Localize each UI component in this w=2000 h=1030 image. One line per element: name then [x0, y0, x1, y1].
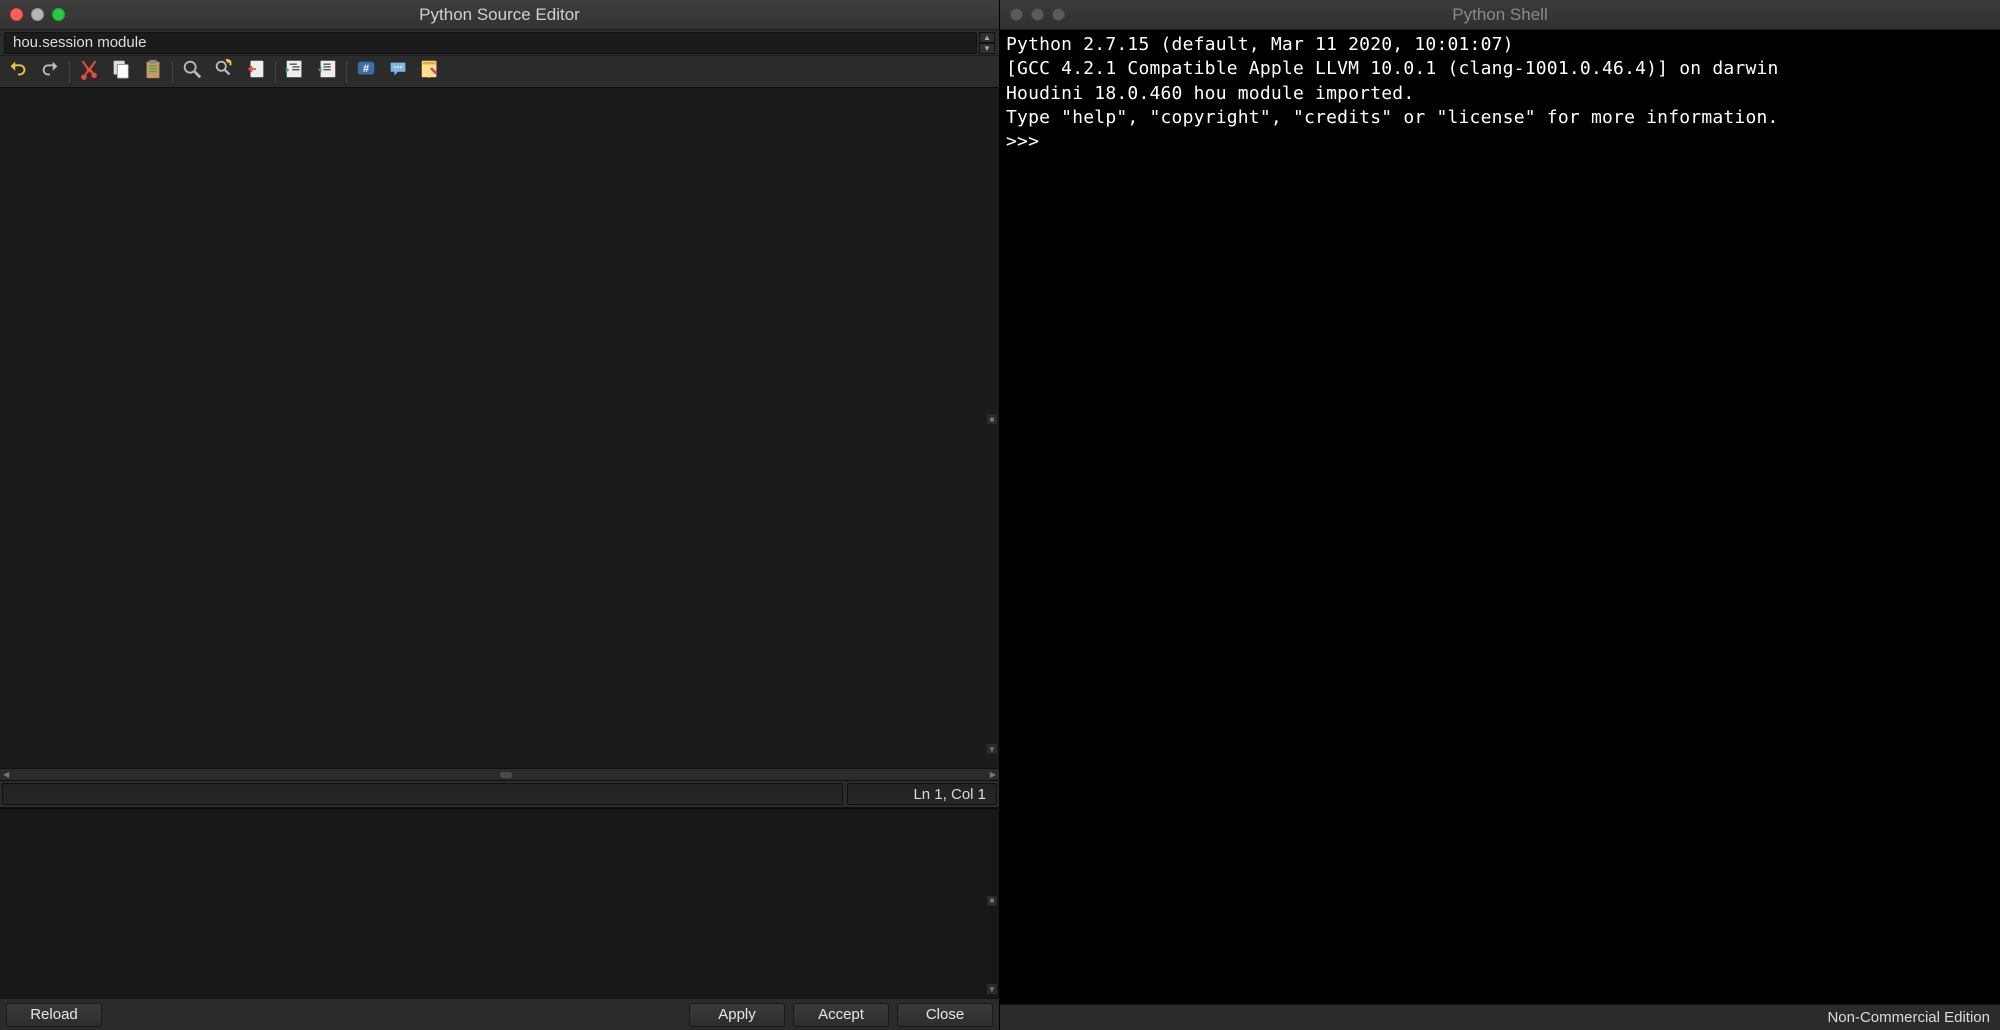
editor-area: ■ ▼ ◀ ▶ — [0, 88, 999, 780]
goto-line-button[interactable] — [241, 58, 271, 86]
comment-toggle-icon: # — [355, 58, 377, 85]
toolbar-separator — [172, 61, 173, 83]
apply-button[interactable]: Apply — [689, 1003, 785, 1027]
shell-titlebar: Python Shell — [1000, 0, 2000, 30]
toolbar-separator — [69, 61, 70, 83]
comment-toggle-button[interactable]: # — [351, 58, 381, 86]
chevron-down-icon[interactable]: ▼ — [987, 984, 997, 994]
editor-output-pane[interactable]: ■ ▼ — [0, 808, 999, 998]
copy-button[interactable] — [106, 58, 136, 86]
replace-button[interactable] — [209, 58, 239, 86]
undo-button[interactable] — [3, 58, 33, 86]
context-row: hou.session module ▲ ▼ — [0, 30, 999, 56]
chevron-right-icon[interactable]: ▶ — [990, 770, 996, 779]
search-button[interactable] — [177, 58, 207, 86]
shell-console[interactable]: Python 2.7.15 (default, Mar 11 2020, 10:… — [1000, 30, 2000, 1004]
hscroll-thumb[interactable] — [500, 772, 512, 778]
reload-button-label: Reload — [30, 1006, 78, 1023]
vscroll-thumb[interactable]: ■ — [987, 414, 997, 424]
copy-icon — [110, 58, 132, 85]
toolbar-separator — [346, 61, 347, 83]
svg-text:#: # — [363, 63, 369, 75]
cut-button[interactable] — [74, 58, 104, 86]
code-editor[interactable]: ■ ▼ — [0, 88, 999, 768]
indent-icon — [284, 58, 306, 85]
paste-icon — [142, 58, 164, 85]
indent-button[interactable] — [280, 58, 310, 86]
cut-icon — [78, 58, 100, 85]
chevron-down-icon[interactable]: ▼ — [987, 744, 997, 754]
paste-button[interactable] — [138, 58, 168, 86]
window-close-button[interactable] — [10, 8, 23, 21]
editor-hscrollbar[interactable]: ◀ ▶ — [0, 768, 999, 780]
show-whitespace-icon — [387, 58, 409, 85]
outdent-button[interactable] — [312, 58, 342, 86]
window-controls — [10, 8, 65, 21]
show-whitespace-button[interactable] — [383, 58, 413, 86]
accept-button-label: Accept — [818, 1006, 864, 1023]
vscroll-thumb[interactable]: ■ — [987, 896, 997, 906]
outdent-icon — [316, 58, 338, 85]
window-minimize-button[interactable] — [1031, 8, 1044, 21]
redo-icon — [39, 58, 61, 85]
editor-titlebar: Python Source Editor — [0, 0, 999, 30]
python-shell-pane: Python Shell Python 2.7.15 (default, Mar… — [1000, 0, 2000, 1030]
shell-title: Python Shell — [1452, 5, 1547, 25]
editor-toolbar: # — [0, 56, 999, 88]
text-cursor — [2, 90, 4, 108]
editor-status-bar: Ln 1, Col 1 — [0, 780, 999, 808]
close-button-label: Close — [926, 1006, 964, 1023]
window-zoom-button[interactable] — [52, 8, 65, 21]
toolbar-separator — [275, 61, 276, 83]
redo-button[interactable] — [35, 58, 65, 86]
search-icon — [181, 58, 203, 85]
window-controls — [1010, 8, 1065, 21]
chevron-left-icon[interactable]: ◀ — [3, 770, 9, 779]
line-column-indicator: Ln 1, Col 1 — [847, 783, 997, 805]
shell-footer: Non-Commercial Edition — [1000, 1004, 2000, 1030]
editor-title: Python Source Editor — [419, 5, 580, 25]
chevron-up-icon[interactable]: ▲ — [979, 32, 995, 43]
goto-icon — [245, 58, 267, 85]
external-editor-button[interactable] — [415, 58, 445, 86]
external-editor-icon — [419, 58, 441, 85]
close-button[interactable]: Close — [897, 1003, 993, 1027]
window-minimize-button[interactable] — [31, 8, 44, 21]
source-editor-pane: Python Source Editor hou.session module … — [0, 0, 1000, 1030]
apply-button-label: Apply — [718, 1006, 756, 1023]
find-field[interactable] — [2, 783, 843, 805]
workspace: Python Source Editor hou.session module … — [0, 0, 2000, 1030]
edition-label: Non-Commercial Edition — [1827, 1009, 1990, 1026]
window-close-button[interactable] — [1010, 8, 1023, 21]
line-col-text: Ln 1, Col 1 — [913, 786, 986, 803]
chevron-down-icon[interactable]: ▼ — [979, 43, 995, 54]
undo-icon — [7, 58, 29, 85]
replace-icon — [213, 58, 235, 85]
reload-button[interactable]: Reload — [6, 1003, 102, 1027]
accept-button[interactable]: Accept — [793, 1003, 889, 1027]
module-context-label: hou.session module — [13, 34, 146, 51]
window-zoom-button[interactable] — [1052, 8, 1065, 21]
context-stepper[interactable]: ▲ ▼ — [979, 32, 995, 54]
editor-button-row: Reload Apply Accept Close — [0, 998, 999, 1030]
module-context-field[interactable]: hou.session module — [4, 32, 977, 54]
